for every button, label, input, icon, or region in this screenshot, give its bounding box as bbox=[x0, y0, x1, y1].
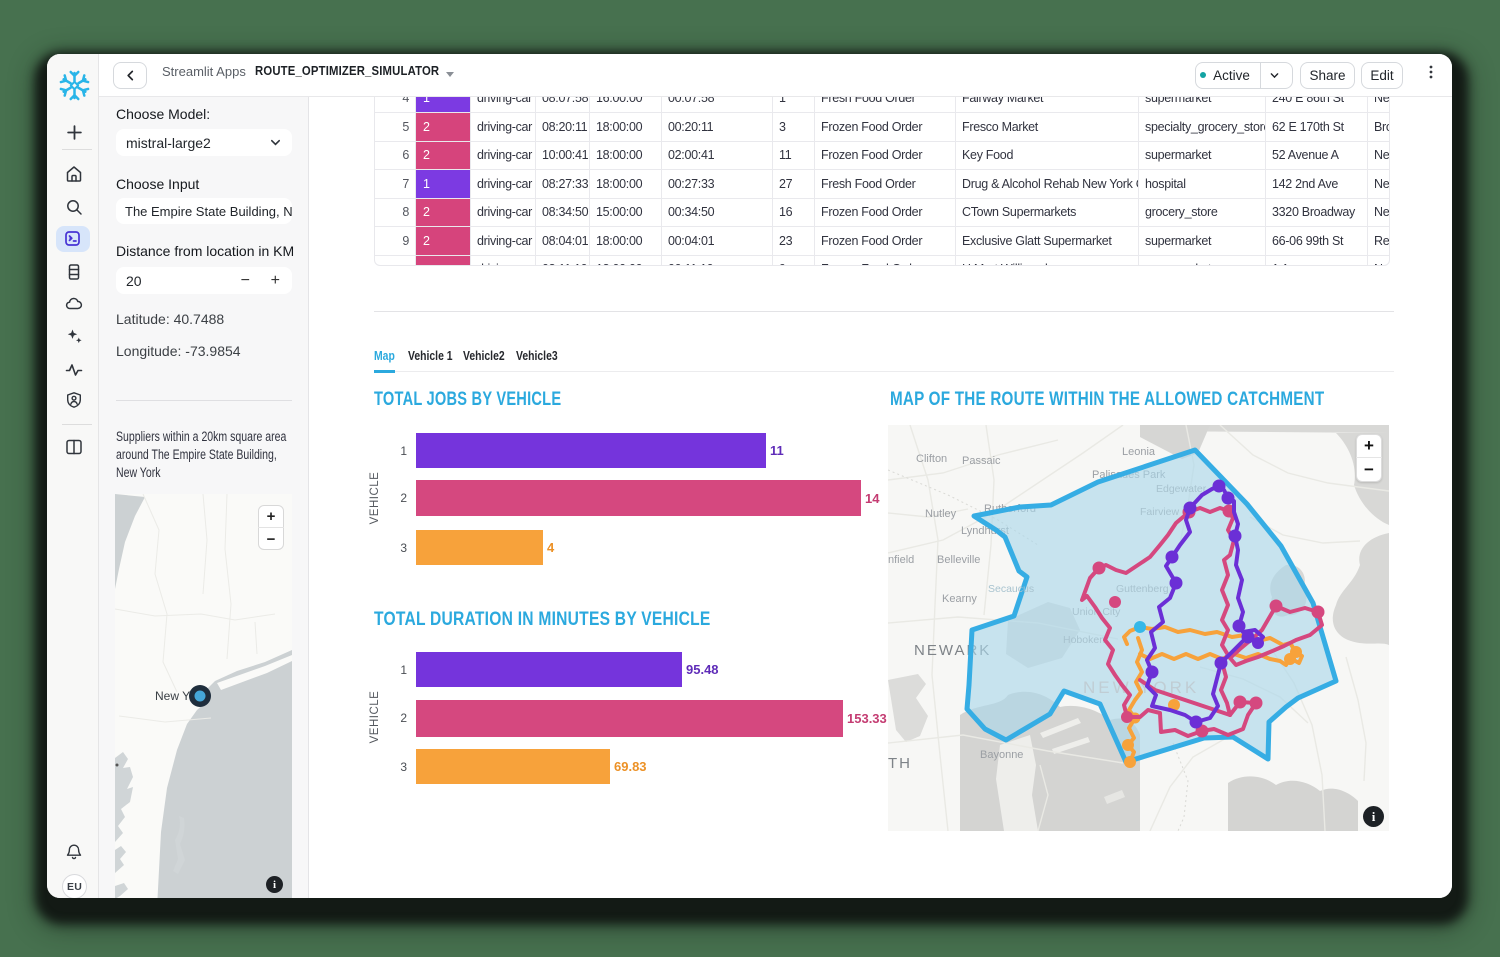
svg-text:Bayonne: Bayonne bbox=[980, 749, 1023, 761]
svg-text:Clifton: Clifton bbox=[916, 453, 947, 465]
svg-text:TH: TH bbox=[888, 755, 912, 772]
svg-text:Belleville: Belleville bbox=[937, 554, 980, 566]
svg-text:Edgewater: Edgewater bbox=[1156, 483, 1207, 495]
svg-text:Secaucus: Secaucus bbox=[988, 583, 1034, 595]
svg-text:nfield: nfield bbox=[888, 554, 914, 566]
svg-text:Leonia: Leonia bbox=[1122, 446, 1156, 458]
svg-text:Hoboken: Hoboken bbox=[1063, 634, 1105, 646]
svg-text:Guttenberg: Guttenberg bbox=[1116, 583, 1169, 595]
svg-text:Passaic: Passaic bbox=[962, 455, 1001, 467]
svg-text:Fairview: Fairview bbox=[1140, 506, 1180, 518]
svg-text:Kearny: Kearny bbox=[942, 593, 977, 605]
svg-text:Nutley: Nutley bbox=[925, 508, 957, 520]
